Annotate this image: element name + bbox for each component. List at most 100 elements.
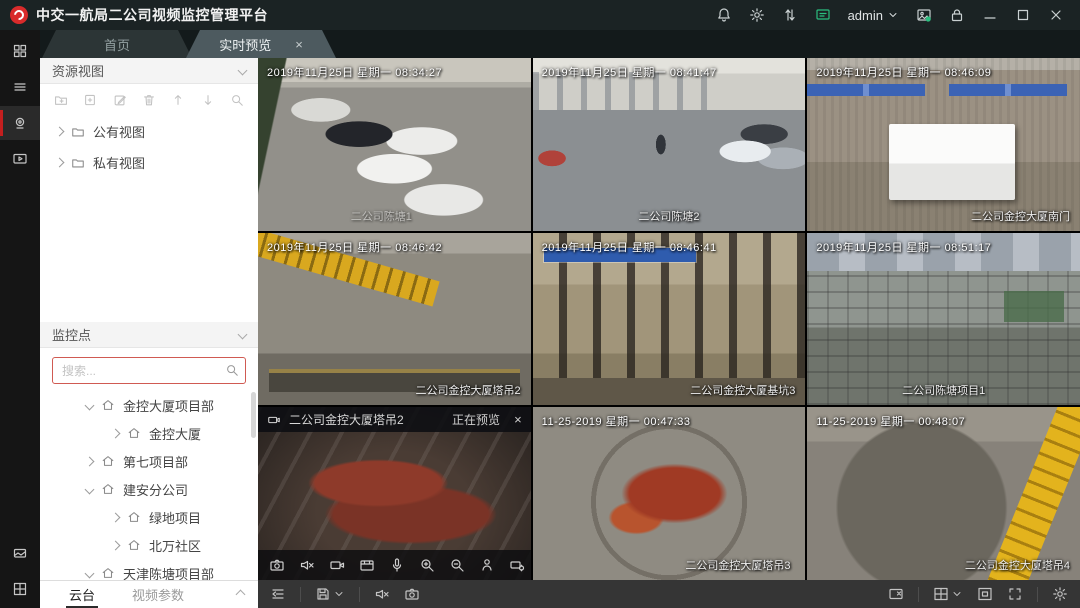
osd-timestamp: 2019年11月25日 星期一 08:51:17 <box>816 239 991 255</box>
tree-item-label: 绿地项目 <box>149 508 201 527</box>
tree-item-project[interactable]: 第七项目部 <box>40 447 258 475</box>
tab-close-icon[interactable]: × <box>295 37 303 52</box>
user-menu[interactable]: admin <box>848 8 899 23</box>
snapshot-all-camera-icon[interactable] <box>404 586 420 602</box>
tree-item-project[interactable]: 天津陈塘项目部 <box>40 559 258 580</box>
mute-all-speaker-icon[interactable] <box>374 586 390 602</box>
video-tile-3[interactable]: 2019年11月25日 星期一 08:46:09 二公司金控大厦南门 <box>807 58 1080 231</box>
tree-item-project[interactable]: 建安分公司 <box>40 475 258 503</box>
tab-video-params[interactable]: 视频参数 <box>132 585 184 604</box>
divider <box>918 587 919 602</box>
grid-layout-selector[interactable] <box>933 586 963 602</box>
lock-icon[interactable] <box>949 7 965 23</box>
chevron-right-icon[interactable] <box>55 158 65 168</box>
record-icon[interactable] <box>329 557 345 573</box>
collapse-panel-icon[interactable] <box>270 586 286 602</box>
chevron-right-icon[interactable] <box>55 127 65 137</box>
video-grid: 2019年11月25日 星期一 08:34:27 二公司陈塘1 2019年11月… <box>258 58 1080 580</box>
chevron-up-icon[interactable] <box>236 590 246 600</box>
grid-plus-icon[interactable] <box>0 572 40 606</box>
digital-zoom-icon[interactable] <box>419 557 435 573</box>
search-icon[interactable] <box>225 363 239 377</box>
site-home-icon <box>127 510 141 524</box>
move-down-icon[interactable] <box>201 93 215 107</box>
video-tile-9[interactable]: 11-25-2019 星期一 00:48:07 二公司金控大厦塔吊4 <box>807 407 1080 580</box>
video-tile-1[interactable]: 2019年11月25日 星期一 08:34:27 二公司陈塘1 <box>258 58 531 231</box>
tree-item-site[interactable]: 金控大厦 <box>40 419 258 447</box>
site-home-icon <box>127 426 141 440</box>
bottom-toolbar <box>258 580 1080 608</box>
video-tile-5[interactable]: 2019年11月25日 星期一 08:46:41 二公司金控大厦基坑3 <box>533 233 806 406</box>
zoom-3d-icon[interactable] <box>449 557 465 573</box>
avatar-status-icon[interactable] <box>916 7 932 23</box>
tree-item-project[interactable]: 金控大厦项目部 <box>40 391 258 419</box>
settings-gear-icon[interactable] <box>749 7 765 23</box>
left-rail <box>0 30 40 608</box>
chevron-right-icon[interactable] <box>111 512 121 522</box>
grid-layout-icon <box>933 586 949 602</box>
move-up-icon[interactable] <box>171 93 185 107</box>
divider <box>359 587 360 602</box>
save-view-button[interactable] <box>315 586 345 602</box>
apps-grid-icon[interactable] <box>0 34 40 68</box>
tree-item-site[interactable]: 绿地项目 <box>40 503 258 531</box>
video-tile-6[interactable]: 2019年11月25日 星期一 08:51:17 二公司陈塘项目1 <box>807 233 1080 406</box>
rail-spacer <box>0 178 40 536</box>
mic-icon[interactable] <box>389 557 405 573</box>
minimize-button[interactable] <box>982 7 998 23</box>
chevron-down-icon[interactable] <box>85 568 95 578</box>
scrollbar-thumb[interactable] <box>251 392 256 438</box>
live-camera-icon[interactable] <box>0 106 40 140</box>
online-monitor-icon[interactable] <box>815 7 831 23</box>
tv-wall-icon[interactable] <box>0 536 40 570</box>
chevron-right-icon[interactable] <box>111 428 121 438</box>
fullscreen-icon[interactable] <box>1007 586 1023 602</box>
search-input[interactable] <box>52 357 246 384</box>
instant-playback-icon[interactable] <box>359 557 375 573</box>
chevron-down-icon <box>951 588 963 600</box>
menu-lines-icon[interactable] <box>0 70 40 104</box>
tab-ptz[interactable]: 云台 <box>66 581 98 608</box>
chevron-down-icon[interactable] <box>85 484 95 494</box>
transfer-arrows-icon[interactable] <box>782 7 798 23</box>
tab-live-preview[interactable]: 实时预览 × <box>186 30 336 58</box>
search-icon[interactable] <box>230 93 244 107</box>
tree-item-site[interactable]: 北万社区 <box>40 531 258 559</box>
add-folder-icon[interactable] <box>54 93 68 107</box>
preset-person-icon[interactable] <box>479 557 495 573</box>
site-home-icon <box>101 454 115 468</box>
tree-item-public-views[interactable]: 公有视图 <box>40 116 258 147</box>
resource-view-header[interactable]: 资源视图 <box>40 58 258 84</box>
playback-monitor-icon[interactable] <box>0 142 40 176</box>
notifications-bell-icon[interactable] <box>716 7 732 23</box>
snapshot-camera-icon[interactable] <box>269 557 285 573</box>
close-stream-icon[interactable]: × <box>514 412 522 427</box>
maximize-button[interactable] <box>1015 7 1031 23</box>
app-title: 中交一航局二公司视频监控管理平台 <box>36 5 268 25</box>
close-button[interactable] <box>1048 7 1064 23</box>
add-view-icon[interactable] <box>83 93 97 107</box>
osd-camera-name: 二公司金控大厦南门 <box>971 208 1070 224</box>
close-all-streams-icon[interactable] <box>888 586 904 602</box>
chevron-down-icon[interactable] <box>85 400 95 410</box>
panel-bottom-tabs: 云台 视频参数 <box>40 580 258 608</box>
site-home-icon <box>127 538 141 552</box>
chevron-right-icon[interactable] <box>85 456 95 466</box>
video-feed <box>807 58 1080 231</box>
video-tile-7-active[interactable]: 二公司金控大厦塔吊2 正在预览 × ▶ <box>258 407 531 580</box>
edit-icon[interactable] <box>113 93 127 107</box>
tree-item-private-views[interactable]: 私有视图 <box>40 147 258 178</box>
video-tile-2[interactable]: 2019年11月25日 星期一 08:41:47 二公司陈塘2 <box>533 58 806 231</box>
mute-speaker-icon[interactable] <box>299 557 315 573</box>
video-tile-4[interactable]: 2019年11月25日 星期一 08:46:42 二公司金控大厦塔吊2 <box>258 233 531 406</box>
delete-trash-icon[interactable] <box>142 93 156 107</box>
tree-item-label: 金控大厦项目部 <box>123 396 214 415</box>
video-tile-8[interactable]: 11-25-2019 星期一 00:47:33 二公司金控大厦塔吊3 <box>533 407 806 580</box>
monitor-points-header[interactable]: 监控点 <box>40 322 258 348</box>
tab-home[interactable]: 首页 <box>42 30 192 58</box>
tab-home-label: 首页 <box>104 35 130 54</box>
ptz-config-icon[interactable] <box>509 557 525 573</box>
settings-gear-icon[interactable] <box>1052 586 1068 602</box>
single-screen-icon[interactable] <box>977 586 993 602</box>
chevron-right-icon[interactable] <box>111 540 121 550</box>
